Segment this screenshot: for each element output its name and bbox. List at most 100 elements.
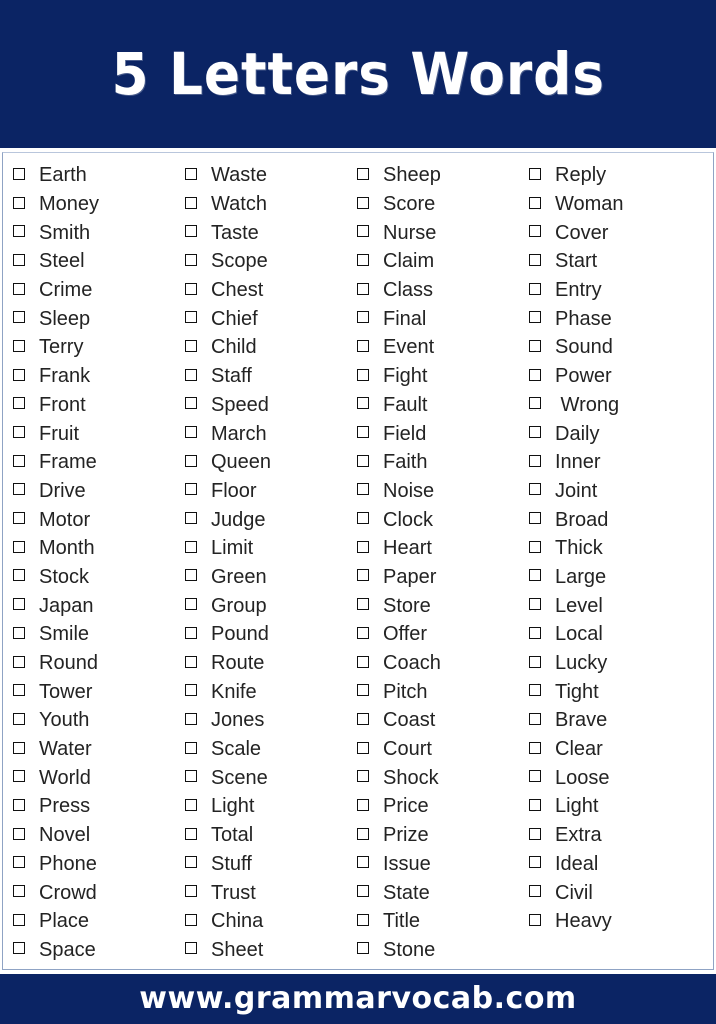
checkbox-unchecked-icon[interactable] bbox=[13, 167, 29, 184]
checkbox-unchecked-icon[interactable] bbox=[185, 540, 201, 557]
word-list-item[interactable]: Motor bbox=[3, 505, 175, 534]
word-list-item[interactable]: Front bbox=[3, 391, 175, 420]
checkbox-unchecked-icon[interactable] bbox=[529, 483, 545, 499]
word-list-item[interactable]: China bbox=[175, 907, 347, 936]
checkbox-unchecked-icon[interactable] bbox=[529, 684, 545, 700]
word-list-item[interactable]: Route bbox=[175, 649, 347, 678]
checkbox-unchecked-icon[interactable] bbox=[13, 569, 29, 585]
word-list-item[interactable]: Stuff bbox=[175, 850, 347, 879]
checkbox-unchecked-icon[interactable] bbox=[13, 655, 29, 672]
word-list-item[interactable]: Start bbox=[519, 247, 709, 276]
word-list-item[interactable]: Entry bbox=[519, 276, 709, 305]
word-list-item[interactable]: Green bbox=[175, 563, 347, 592]
word-list-item[interactable]: Trust bbox=[175, 878, 347, 907]
word-list-item[interactable]: Loose bbox=[519, 763, 709, 792]
checkbox-unchecked-icon[interactable] bbox=[185, 253, 201, 270]
checkbox-unchecked-icon[interactable] bbox=[529, 655, 545, 672]
checkbox-unchecked-icon[interactable] bbox=[529, 770, 545, 786]
checkbox-unchecked-icon[interactable] bbox=[357, 770, 373, 786]
word-list-item[interactable]: Scene bbox=[175, 763, 347, 792]
word-list-item[interactable]: Floor bbox=[175, 477, 347, 506]
word-list-item[interactable]: Scale bbox=[175, 735, 347, 764]
word-list-item[interactable]: Extra bbox=[519, 821, 709, 850]
checkbox-unchecked-icon[interactable] bbox=[357, 253, 373, 270]
checkbox-unchecked-icon[interactable] bbox=[357, 426, 373, 442]
word-list-item[interactable]: Place bbox=[3, 907, 175, 936]
checkbox-unchecked-icon[interactable] bbox=[357, 225, 373, 241]
word-list-item[interactable]: Speed bbox=[175, 391, 347, 420]
word-list-item[interactable]: Pound bbox=[175, 620, 347, 649]
checkbox-unchecked-icon[interactable] bbox=[13, 626, 29, 643]
word-list-item[interactable]: Queen bbox=[175, 448, 347, 477]
word-list-item[interactable]: Round bbox=[3, 649, 175, 678]
word-list-item[interactable]: Brave bbox=[519, 706, 709, 735]
word-list-item[interactable]: Staff bbox=[175, 362, 347, 391]
checkbox-unchecked-icon[interactable] bbox=[13, 282, 29, 299]
word-list-item[interactable]: Knife bbox=[175, 677, 347, 706]
checkbox-unchecked-icon[interactable] bbox=[529, 626, 545, 643]
word-list-item[interactable]: Sheep bbox=[347, 161, 519, 190]
checkbox-unchecked-icon[interactable] bbox=[185, 856, 201, 872]
word-list-item[interactable]: Nurse bbox=[347, 218, 519, 247]
word-list-item[interactable]: Power bbox=[519, 362, 709, 391]
checkbox-unchecked-icon[interactable] bbox=[13, 311, 29, 327]
checkbox-unchecked-icon[interactable] bbox=[529, 225, 545, 241]
checkbox-unchecked-icon[interactable] bbox=[357, 282, 373, 299]
checkbox-unchecked-icon[interactable] bbox=[13, 339, 29, 356]
word-list-item[interactable]: Local bbox=[519, 620, 709, 649]
word-list-item[interactable]: Tower bbox=[3, 677, 175, 706]
checkbox-unchecked-icon[interactable] bbox=[13, 942, 29, 958]
checkbox-unchecked-icon[interactable] bbox=[185, 483, 201, 499]
checkbox-unchecked-icon[interactable] bbox=[529, 798, 545, 815]
checkbox-unchecked-icon[interactable] bbox=[357, 626, 373, 643]
checkbox-unchecked-icon[interactable] bbox=[529, 282, 545, 299]
checkbox-unchecked-icon[interactable] bbox=[529, 167, 545, 184]
word-list-item[interactable]: Chest bbox=[175, 276, 347, 305]
checkbox-unchecked-icon[interactable] bbox=[13, 540, 29, 557]
checkbox-unchecked-icon[interactable] bbox=[185, 655, 201, 672]
word-list-item[interactable]: Limit bbox=[175, 534, 347, 563]
word-list-item[interactable]: Steel bbox=[3, 247, 175, 276]
checkbox-unchecked-icon[interactable] bbox=[13, 770, 29, 786]
checkbox-unchecked-icon[interactable] bbox=[13, 225, 29, 241]
word-list-item[interactable]: Issue bbox=[347, 850, 519, 879]
word-list-item[interactable]: Sleep bbox=[3, 304, 175, 333]
word-list-item[interactable]: Scope bbox=[175, 247, 347, 276]
checkbox-unchecked-icon[interactable] bbox=[529, 253, 545, 270]
word-list-item[interactable]: Child bbox=[175, 333, 347, 362]
word-list-item[interactable]: Stone bbox=[347, 936, 519, 965]
checkbox-unchecked-icon[interactable] bbox=[529, 598, 545, 614]
word-list-item[interactable]: Heart bbox=[347, 534, 519, 563]
checkbox-unchecked-icon[interactable] bbox=[357, 655, 373, 672]
checkbox-unchecked-icon[interactable] bbox=[185, 339, 201, 356]
word-list-item[interactable]: Taste bbox=[175, 218, 347, 247]
checkbox-unchecked-icon[interactable] bbox=[357, 569, 373, 585]
checkbox-unchecked-icon[interactable] bbox=[13, 885, 29, 901]
checkbox-unchecked-icon[interactable] bbox=[357, 368, 373, 385]
checkbox-unchecked-icon[interactable] bbox=[185, 798, 201, 815]
word-list-item[interactable]: World bbox=[3, 763, 175, 792]
word-list-item[interactable]: State bbox=[347, 878, 519, 907]
checkbox-unchecked-icon[interactable] bbox=[357, 339, 373, 356]
checkbox-unchecked-icon[interactable] bbox=[13, 598, 29, 614]
word-list-item[interactable]: Title bbox=[347, 907, 519, 936]
word-list-item[interactable]: Wrong bbox=[519, 391, 709, 420]
word-list-item[interactable]: Japan bbox=[3, 591, 175, 620]
checkbox-unchecked-icon[interactable] bbox=[357, 397, 373, 413]
word-list-item[interactable]: Youth bbox=[3, 706, 175, 735]
checkbox-unchecked-icon[interactable] bbox=[185, 626, 201, 643]
checkbox-unchecked-icon[interactable] bbox=[357, 598, 373, 614]
word-list-item[interactable]: Space bbox=[3, 936, 175, 965]
checkbox-unchecked-icon[interactable] bbox=[185, 827, 201, 844]
checkbox-unchecked-icon[interactable] bbox=[357, 942, 373, 958]
word-list-item[interactable]: Final bbox=[347, 304, 519, 333]
word-list-item[interactable]: Cover bbox=[519, 218, 709, 247]
checkbox-unchecked-icon[interactable] bbox=[529, 913, 545, 930]
checkbox-unchecked-icon[interactable] bbox=[185, 167, 201, 184]
word-list-item[interactable]: Faith bbox=[347, 448, 519, 477]
word-list-item[interactable]: Crowd bbox=[3, 878, 175, 907]
word-list-item[interactable]: Pitch bbox=[347, 677, 519, 706]
word-list-item[interactable]: Offer bbox=[347, 620, 519, 649]
checkbox-unchecked-icon[interactable] bbox=[185, 512, 201, 528]
checkbox-unchecked-icon[interactable] bbox=[357, 741, 373, 758]
